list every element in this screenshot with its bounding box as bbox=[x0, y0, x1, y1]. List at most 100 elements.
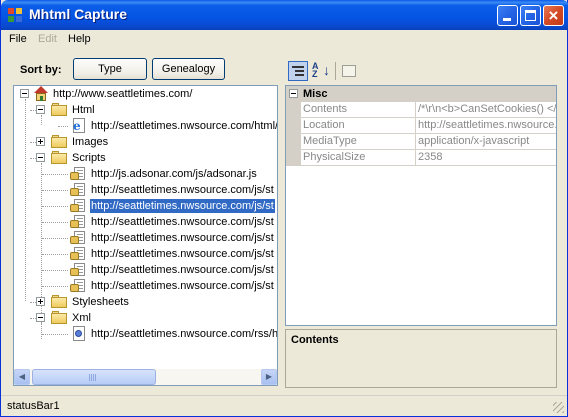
tree-node-label: http://seattletimes.nwsource.com/js/st bbox=[91, 184, 274, 196]
tree-node-label: http://www.seattletimes.com/ bbox=[53, 88, 193, 100]
property-row[interactable]: Location http://seattletimes.nwsource.c bbox=[286, 118, 556, 134]
property-row[interactable]: PhysicalSize 2358 bbox=[286, 150, 556, 166]
tree-node-script-item[interactable]: http://seattletimes.nwsource.com/js/st bbox=[14, 262, 277, 278]
property-pages-button[interactable] bbox=[339, 61, 359, 81]
property-description-pane: Contents bbox=[285, 329, 557, 388]
close-button[interactable]: × bbox=[543, 5, 564, 26]
tree-node-label: http://seattletimes.nwsource.com/js/st bbox=[91, 248, 274, 260]
property-row[interactable]: Contents /*\r\n<b>CanSetCookies() </b>\r bbox=[286, 102, 556, 118]
menu-file[interactable]: File bbox=[9, 33, 27, 45]
collapse-icon[interactable] bbox=[36, 105, 45, 114]
scrollbar-thumb[interactable] bbox=[32, 369, 156, 385]
property-row[interactable]: MediaType application/x-javascript bbox=[286, 134, 556, 150]
tree-horizontal-scrollbar[interactable]: ◀ ▶ bbox=[14, 369, 277, 385]
tree-node-label: http://seattletimes.nwsource.com/js/st bbox=[90, 199, 275, 213]
tree-node-label: http://js.adsonar.com/js/adsonar.js bbox=[91, 168, 257, 180]
window-title: Mhtml Capture bbox=[29, 6, 127, 22]
tree-node-label: Images bbox=[72, 136, 109, 148]
tree-node-images[interactable]: Images bbox=[14, 134, 274, 150]
script-file-icon bbox=[70, 230, 86, 246]
property-name: Contents bbox=[301, 102, 416, 118]
folder-icon bbox=[51, 135, 67, 148]
folder-icon bbox=[51, 295, 67, 308]
collapse-icon[interactable] bbox=[36, 153, 45, 162]
script-file-icon bbox=[70, 278, 86, 294]
tree-node-label: Xml bbox=[72, 312, 91, 324]
property-category-misc[interactable]: Misc bbox=[286, 86, 556, 102]
scroll-right-icon[interactable]: ▶ bbox=[261, 369, 277, 385]
scroll-left-icon[interactable]: ◀ bbox=[14, 369, 30, 385]
title-bar[interactable]: Mhtml Capture × bbox=[1, 0, 568, 30]
tree-node-label: http://seattletimes.nwsource.com/html/ bbox=[91, 120, 278, 132]
menu-bar: File Edit Help bbox=[1, 30, 567, 49]
tree-node-label: http://seattletimes.nwsource.com/js/st bbox=[91, 264, 274, 276]
tree-node-label: Scripts bbox=[72, 152, 106, 164]
app-window: Mhtml Capture × File Edit Help Sort by: … bbox=[0, 0, 568, 417]
tree-node-label: http://seattletimes.nwsource.com/js/st bbox=[91, 232, 274, 244]
status-text: statusBar1 bbox=[7, 400, 60, 412]
categorized-view-button[interactable] bbox=[288, 61, 308, 81]
tree-node-label: http://seattletimes.nwsource.com/rss/h bbox=[91, 328, 278, 340]
sort-by-label: Sort by: bbox=[20, 64, 62, 76]
tree-node-xml[interactable]: Xml bbox=[14, 310, 274, 326]
folder-icon bbox=[51, 151, 67, 164]
tree-node-label: http://seattletimes.nwsource.com/js/st bbox=[91, 280, 274, 292]
collapse-icon[interactable] bbox=[289, 89, 298, 98]
tree-node-script-item[interactable]: http://seattletimes.nwsource.com/js/st bbox=[14, 246, 277, 262]
menu-edit[interactable]: Edit bbox=[38, 33, 57, 45]
tree-node-script-item[interactable]: http://seattletimes.nwsource.com/js/st bbox=[14, 182, 277, 198]
resource-tree[interactable]: http://www.seattletimes.com/ Html e http… bbox=[13, 85, 278, 386]
property-value[interactable]: /*\r\n<b>CanSetCookies() </b>\r bbox=[416, 102, 556, 118]
property-grid-toolbar: AZ ↓ bbox=[285, 59, 557, 83]
tree-node-script-item[interactable]: http://js.adsonar.com/js/adsonar.js bbox=[14, 166, 277, 182]
tree-node-html-item[interactable]: e http://seattletimes.nwsource.com/html/ bbox=[14, 118, 278, 134]
tree-node-label: Stylesheets bbox=[72, 296, 129, 308]
tree-node-root[interactable]: http://www.seattletimes.com/ bbox=[14, 86, 274, 102]
tree-node-scripts[interactable]: Scripts bbox=[14, 150, 274, 166]
minimize-button[interactable] bbox=[497, 5, 518, 26]
property-value[interactable]: application/x-javascript bbox=[416, 134, 556, 150]
tree-node-stylesheets[interactable]: Stylesheets bbox=[14, 294, 274, 310]
tree-node-script-item[interactable]: http://seattletimes.nwsource.com/js/st bbox=[14, 230, 277, 246]
sort-alpha-icon: AZ bbox=[312, 61, 319, 79]
script-file-icon bbox=[70, 246, 86, 262]
alphabetical-view-button[interactable]: AZ ↓ bbox=[310, 61, 330, 81]
script-file-icon bbox=[70, 214, 86, 230]
tree-node-script-item[interactable]: http://seattletimes.nwsource.com/js/st bbox=[14, 214, 277, 230]
folder-icon bbox=[51, 103, 67, 116]
sort-genealogy-button[interactable]: Genealogy bbox=[152, 58, 225, 80]
home-icon bbox=[33, 86, 49, 102]
maximize-icon bbox=[525, 10, 536, 21]
collapse-icon[interactable] bbox=[36, 313, 45, 322]
tree-node-label: Html bbox=[72, 104, 95, 116]
sort-arrow-icon: ↓ bbox=[323, 62, 330, 78]
property-value[interactable]: http://seattletimes.nwsource.c bbox=[416, 118, 556, 134]
script-file-icon bbox=[70, 166, 86, 182]
tree-node-html[interactable]: Html bbox=[14, 102, 274, 118]
tree-node-script-item[interactable]: http://seattletimes.nwsource.com/js/st bbox=[14, 278, 277, 294]
property-name: MediaType bbox=[301, 134, 416, 150]
xml-file-icon bbox=[70, 326, 86, 342]
categorized-icon bbox=[292, 65, 304, 77]
menu-help[interactable]: Help bbox=[68, 33, 91, 45]
property-pages-icon bbox=[342, 65, 356, 77]
description-title: Contents bbox=[291, 334, 339, 346]
expand-icon[interactable] bbox=[36, 297, 45, 306]
collapse-icon[interactable] bbox=[20, 89, 29, 98]
folder-icon bbox=[51, 311, 67, 324]
sort-type-button[interactable]: Type bbox=[73, 58, 147, 80]
property-grid[interactable]: Misc Contents /*\r\n<b>CanSetCookies() <… bbox=[285, 85, 557, 326]
close-icon: × bbox=[548, 6, 559, 25]
toolbar-separator bbox=[335, 62, 336, 80]
tree-node-label: http://seattletimes.nwsource.com/js/st bbox=[91, 216, 274, 228]
html-page-icon: e bbox=[70, 118, 86, 134]
tree-node-xml-item[interactable]: http://seattletimes.nwsource.com/rss/h bbox=[14, 326, 278, 342]
expand-icon[interactable] bbox=[36, 137, 45, 146]
maximize-button[interactable] bbox=[520, 5, 541, 26]
resize-grip-icon[interactable] bbox=[553, 402, 564, 413]
tree-node-script-item-selected[interactable]: http://seattletimes.nwsource.com/js/st bbox=[14, 198, 277, 214]
minimize-icon bbox=[503, 18, 511, 21]
script-file-icon bbox=[70, 182, 86, 198]
status-bar: statusBar1 bbox=[1, 395, 567, 416]
property-value[interactable]: 2358 bbox=[416, 150, 556, 166]
